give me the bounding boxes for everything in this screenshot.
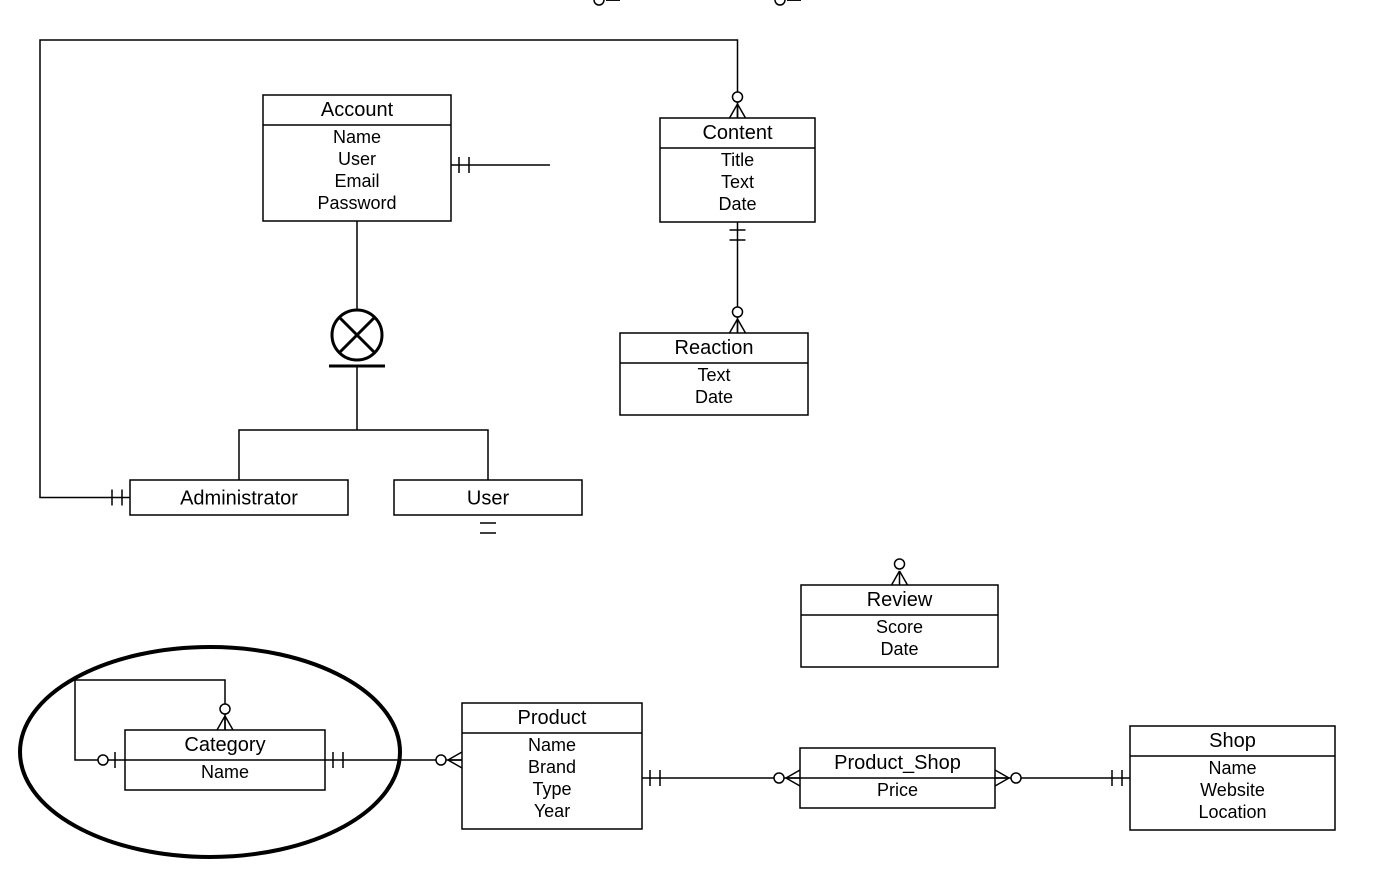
- entity-product_shop-attr-0: Price: [877, 780, 918, 800]
- entity-category: Category Name: [125, 730, 325, 790]
- connector: [239, 430, 357, 480]
- entity-shop-attr-0: Name: [1208, 758, 1256, 778]
- entity-account: Account NameUserEmailPassword: [263, 95, 451, 221]
- entity-user: User: [394, 480, 582, 515]
- notation: [775, 0, 801, 5]
- notation: [730, 92, 746, 118]
- entity-review-title: Review: [867, 589, 933, 611]
- entity-content-title: Content: [702, 122, 772, 144]
- entity-user-title: User: [467, 488, 510, 510]
- entity-content: Content TitleTextDate: [660, 118, 815, 222]
- entity-review-attr-1: Date: [880, 639, 918, 659]
- entity-reaction-title: Reaction: [675, 337, 754, 359]
- entity-content-attr-0: Title: [721, 150, 754, 170]
- entity-shop-attr-2: Location: [1198, 802, 1266, 822]
- entity-category-attr-0: Name: [201, 762, 249, 782]
- entity-account-attr-0: Name: [333, 127, 381, 147]
- notation: [217, 704, 233, 730]
- entity-product: Product NameBrandTypeYear: [462, 703, 642, 829]
- entity-review-attr-0: Score: [876, 617, 923, 637]
- notation: [436, 752, 462, 768]
- entity-product_shop: Product_Shop Price: [800, 748, 995, 808]
- entity-administrator-title: Administrator: [180, 488, 298, 510]
- entity-review: Review ScoreDate: [801, 585, 998, 667]
- entity-content-attr-2: Date: [718, 194, 756, 214]
- entity-product-attr-1: Brand: [528, 757, 576, 777]
- entity-content-attr-1: Text: [721, 172, 754, 192]
- notation: [892, 559, 908, 585]
- notation: [594, 0, 620, 5]
- entity-product-title: Product: [518, 707, 587, 729]
- entity-shop-attr-1: Website: [1200, 780, 1265, 800]
- entity-administrator: Administrator: [130, 480, 348, 515]
- entity-reaction: Reaction TextDate: [620, 333, 808, 415]
- er-diagram: AccountNameUserEmailPasswordContentTitle…: [0, 0, 1378, 874]
- entity-account-attr-3: Password: [317, 193, 396, 213]
- notation: [774, 770, 800, 786]
- connector: [357, 430, 488, 480]
- entity-product_shop-title: Product_Shop: [834, 752, 961, 774]
- entity-product-attr-2: Type: [532, 779, 571, 799]
- entity-category-title: Category: [184, 734, 265, 756]
- notation: [730, 307, 746, 333]
- entity-shop-title: Shop: [1209, 730, 1256, 752]
- notation: [995, 770, 1021, 786]
- entity-shop: Shop NameWebsiteLocation: [1130, 726, 1335, 830]
- entity-product-attr-0: Name: [528, 735, 576, 755]
- entity-account-attr-1: User: [338, 149, 376, 169]
- entity-product-attr-3: Year: [534, 801, 570, 821]
- entity-account-attr-2: Email: [334, 171, 379, 191]
- entity-account-title: Account: [321, 99, 394, 121]
- entity-reaction-attr-0: Text: [697, 365, 730, 385]
- entity-reaction-attr-1: Date: [695, 387, 733, 407]
- notation: [480, 523, 496, 533]
